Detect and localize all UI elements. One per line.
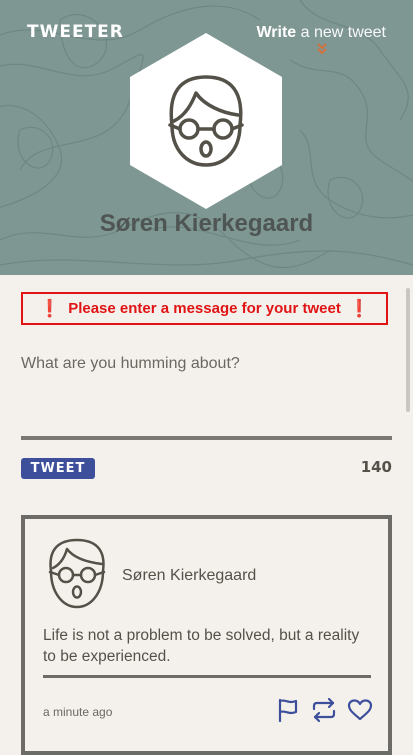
compose-toggle-rest: a new tweet (296, 24, 386, 41)
tweet-input[interactable] (21, 350, 392, 435)
heart-icon[interactable] (347, 697, 373, 723)
profile-header: TWEETER Write a new tweet Søren Kierkega… (0, 0, 413, 275)
scrollbar[interactable] (406, 288, 410, 412)
flag-icon[interactable] (275, 697, 301, 723)
profile-name: Søren Kierkegaard (99, 210, 314, 237)
char-counter: 140 (360, 458, 392, 476)
profile-avatar (130, 33, 282, 209)
tweet-actions (275, 697, 373, 723)
tweet-card: Søren Kierkegaard Life is not a problem … (21, 515, 392, 755)
tweet-text: Life is not a problem to be solved, but … (43, 627, 360, 665)
exclamation-icon: ❗ (348, 298, 370, 318)
tweet-author: Søren Kierkegaard (122, 567, 257, 584)
error-message: Please enter a message for your tweet (68, 300, 341, 317)
exclamation-icon: ❗ (39, 298, 61, 318)
double-chevron-down-icon[interactable] (315, 42, 329, 56)
composer-divider (21, 436, 392, 440)
tweet-divider (43, 675, 371, 678)
brand-logo[interactable]: TWEETER (27, 22, 124, 42)
tweet-timestamp: a minute ago (43, 705, 113, 719)
person-with-glasses-icon (48, 538, 106, 609)
tweet-submit-button[interactable]: TWEET (21, 458, 95, 479)
retweet-icon[interactable] (311, 697, 337, 723)
error-banner: ❗ Please enter a message for your tweet … (21, 292, 388, 325)
